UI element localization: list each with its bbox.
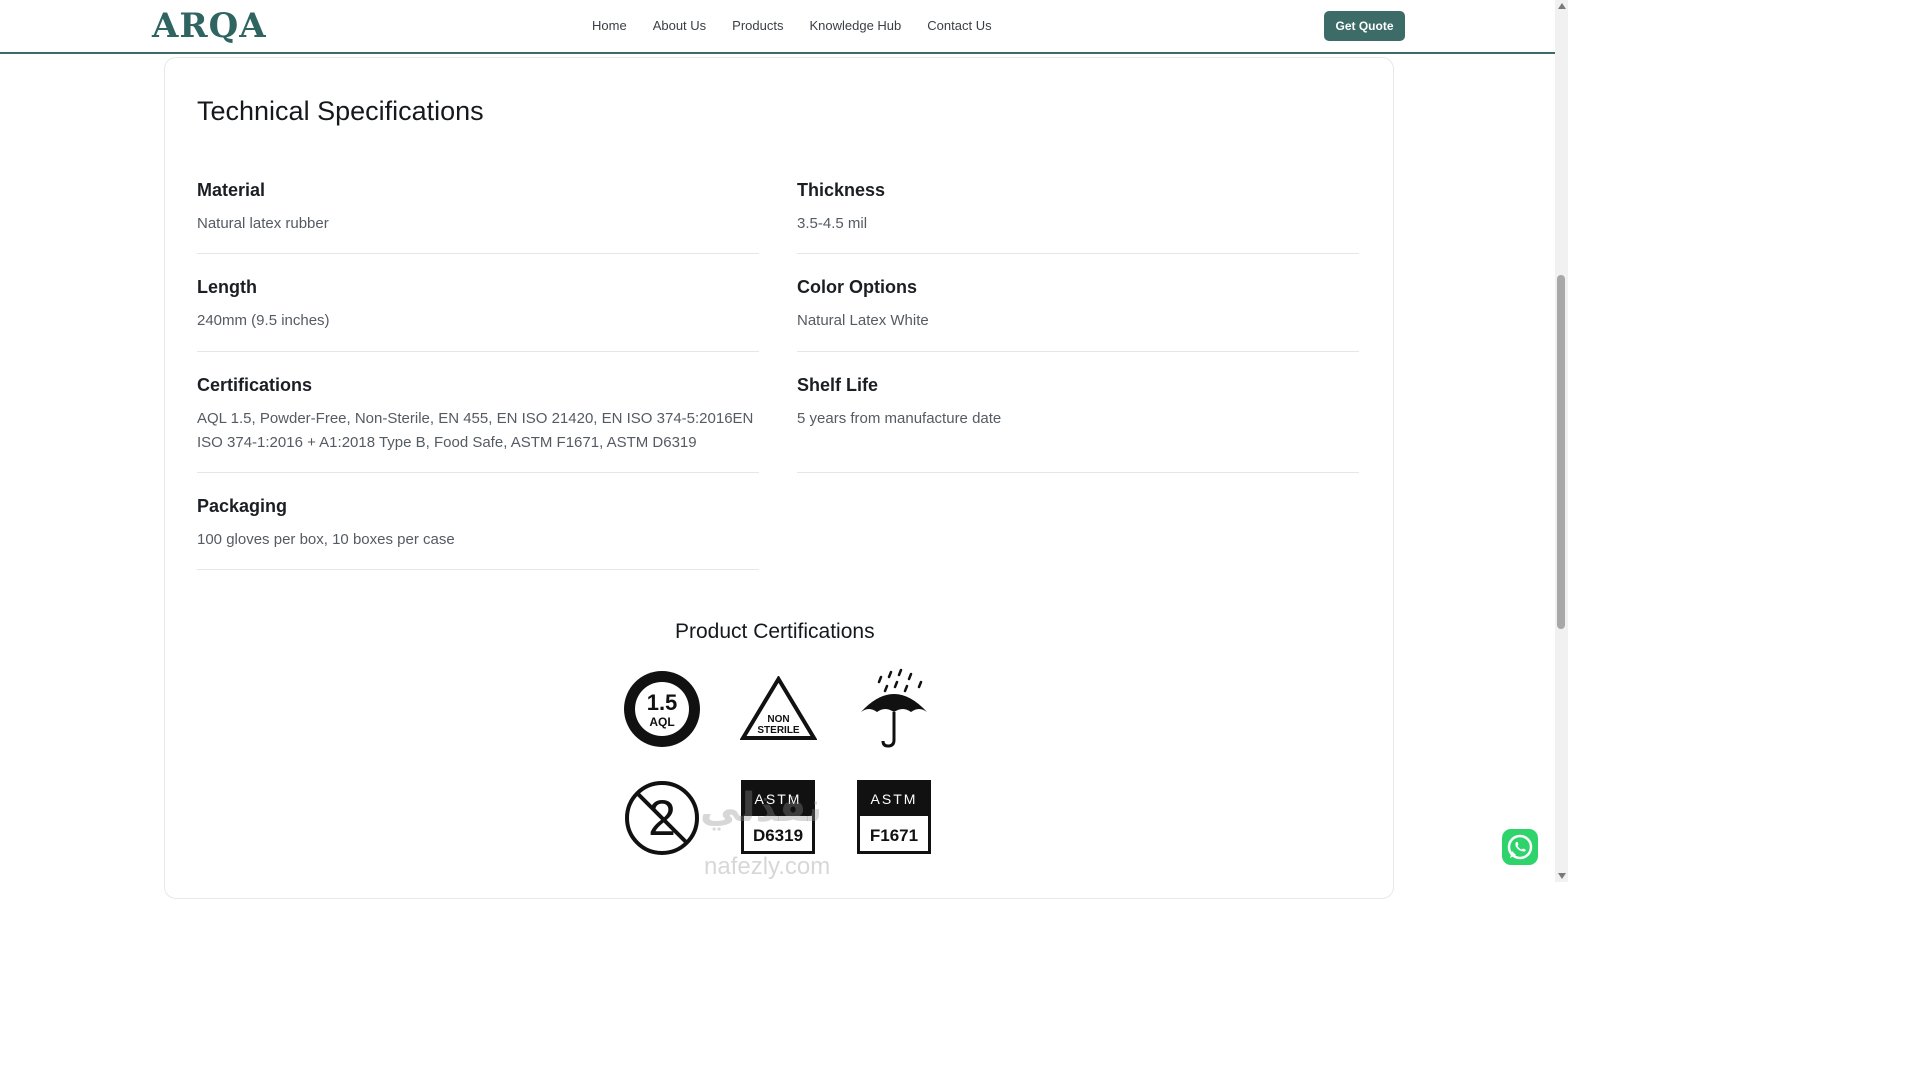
spec-color-options: Color Options Natural Latex White bbox=[797, 277, 1359, 352]
site-header: ARQA Home About Us Products Knowledge Hu… bbox=[0, 0, 1555, 54]
nav-home[interactable]: Home bbox=[592, 18, 627, 33]
spec-shelf-life: Shelf Life 5 years from manufacture date bbox=[797, 375, 1359, 473]
spec-value: 240mm (9.5 inches) bbox=[197, 312, 330, 329]
non-sterile-line1: NON bbox=[767, 714, 789, 725]
scroll-up-arrow-icon[interactable] bbox=[1558, 3, 1566, 9]
umbrella-rain-icon bbox=[861, 668, 927, 748]
scroll-thumb[interactable] bbox=[1557, 275, 1565, 629]
watermark: نفذلي bbox=[700, 786, 823, 830]
single-use-icon: 2 bbox=[625, 781, 699, 855]
nav-products[interactable]: Products bbox=[732, 18, 783, 33]
non-sterile-icon: NON STERILE bbox=[740, 676, 817, 740]
spec-label: Material bbox=[197, 180, 266, 200]
spec-value: AQL 1.5, Powder-Free, Non-Sterile, EN 45… bbox=[197, 410, 754, 451]
nav-contact-us[interactable]: Contact Us bbox=[927, 18, 991, 33]
spec-label: Packaging bbox=[197, 496, 288, 516]
logo[interactable]: ARQA bbox=[152, 6, 267, 46]
spec-label: Color Options bbox=[797, 277, 917, 297]
spec-material: Material Natural latex rubber bbox=[197, 180, 759, 254]
astm-code: F1671 bbox=[870, 826, 918, 845]
spec-label: Shelf Life bbox=[797, 375, 879, 395]
section-title: Technical Specifications bbox=[197, 96, 484, 126]
spec-packaging: Packaging 100 gloves per box, 10 boxes p… bbox=[197, 496, 759, 570]
spec-value: 5 years from manufacture date bbox=[797, 410, 1002, 427]
spec-length: Length 240mm (9.5 inches) bbox=[197, 277, 759, 352]
nav-about-us[interactable]: About Us bbox=[653, 18, 706, 33]
aql-number: 1.5 bbox=[647, 690, 678, 715]
scroll-down-arrow-icon[interactable] bbox=[1558, 873, 1566, 879]
aql-badge-icon: 1.5 AQL bbox=[624, 671, 700, 747]
nav-knowledge-hub[interactable]: Knowledge Hub bbox=[809, 18, 901, 33]
spec-label: Certifications bbox=[197, 375, 313, 395]
non-sterile-line2: STERILE bbox=[757, 725, 800, 736]
spec-certifications: Certifications AQL 1.5, Powder-Free, Non… bbox=[197, 375, 759, 473]
spec-label: Thickness bbox=[797, 180, 886, 200]
spec-value: 100 gloves per box, 10 boxes per case bbox=[197, 531, 455, 548]
spec-thickness: Thickness 3.5-4.5 mil bbox=[797, 180, 1359, 254]
spec-value: Natural Latex White bbox=[797, 312, 929, 329]
spec-value: Natural latex rubber bbox=[197, 215, 329, 232]
certifications-title: Product Certifications bbox=[675, 620, 875, 643]
aql-text: AQL bbox=[649, 715, 674, 729]
whatsapp-icon[interactable] bbox=[1502, 829, 1538, 865]
get-quote-button[interactable]: Get Quote bbox=[1324, 11, 1405, 41]
spec-value: 3.5-4.5 mil bbox=[797, 215, 868, 232]
main-nav: Home About Us Products Knowledge Hub Con… bbox=[592, 18, 992, 33]
logo-trademark-dot bbox=[258, 33, 261, 36]
astm-f1671-icon: ASTM F1671 bbox=[857, 780, 931, 854]
astm-label: ASTM bbox=[871, 791, 918, 807]
spec-label: Length bbox=[197, 277, 257, 297]
watermark-url: nafezly.com bbox=[704, 853, 831, 880]
page-scrollbar[interactable] bbox=[1555, 0, 1568, 882]
